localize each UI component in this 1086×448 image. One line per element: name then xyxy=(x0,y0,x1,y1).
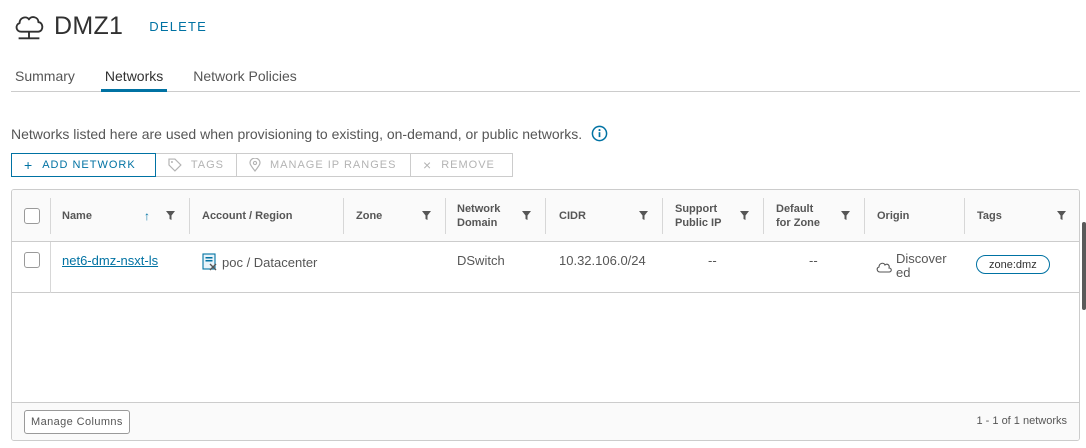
column-header-network-domain[interactable]: Network Domain xyxy=(457,190,500,242)
tab-bar: Summary Networks Network Policies xyxy=(11,60,1080,92)
column-header-default-for-zone[interactable]: Default for Zone xyxy=(776,190,820,242)
filter-icon[interactable] xyxy=(1057,211,1066,220)
filter-icon[interactable] xyxy=(841,211,850,220)
column-separator xyxy=(50,198,51,234)
description: Networks listed here are used when provi… xyxy=(11,125,608,142)
column-header-support-public-ip[interactable]: Support Public IP xyxy=(675,190,721,242)
column-separator xyxy=(545,198,546,234)
column-separator xyxy=(445,198,446,234)
column-separator xyxy=(662,198,663,234)
tag-icon xyxy=(168,158,182,172)
tab-networks[interactable]: Networks xyxy=(100,60,168,92)
add-network-button[interactable]: + ADD NETWORK xyxy=(11,153,156,177)
vsphere-account-icon xyxy=(202,253,217,271)
network-domain-value: DSwitch xyxy=(457,253,505,268)
page-scrollbar[interactable] xyxy=(1082,222,1086,310)
grid-header: Name ↑ Account / Region Zone Network Dom… xyxy=(12,190,1079,242)
column-header-account-region[interactable]: Account / Region xyxy=(202,190,292,242)
map-pin-icon xyxy=(249,158,261,172)
info-icon[interactable] xyxy=(591,125,608,142)
column-header-network-domain-line1: Network xyxy=(457,203,501,215)
pagination-count: 1 - 1 of 1 networks xyxy=(976,415,1068,427)
networks-datagrid: Name ↑ Account / Region Zone Network Dom… xyxy=(11,189,1080,441)
page-title: DMZ1 xyxy=(54,11,124,40)
column-header-support-public-ip-line2: Public IP xyxy=(675,217,722,229)
column-separator xyxy=(50,242,51,293)
grid-footer: Manage Columns 1 - 1 of 1 networks xyxy=(12,402,1079,440)
add-network-label: ADD NETWORK xyxy=(42,159,136,171)
column-separator xyxy=(964,198,965,234)
table-row[interactable]: net6-dmz-nsxt-ls poc / Datacenter DSwitc… xyxy=(12,242,1079,293)
tag-badge[interactable]: zone:dmz xyxy=(976,255,1050,274)
filter-icon[interactable] xyxy=(422,211,431,220)
origin-value: Discover ed xyxy=(896,252,947,280)
cloud-network-icon xyxy=(15,16,44,40)
filter-icon[interactable] xyxy=(166,211,175,220)
tags-label: TAGS xyxy=(190,159,224,171)
filter-icon[interactable] xyxy=(740,211,749,220)
manage-ip-ranges-label: MANAGE IP RANGES xyxy=(270,159,397,171)
close-icon: × xyxy=(423,157,433,173)
column-separator xyxy=(763,198,764,234)
filter-icon[interactable] xyxy=(639,211,648,220)
column-header-default-for-zone-line2: for Zone xyxy=(776,217,820,229)
tab-summary[interactable]: Summary xyxy=(11,60,79,92)
default-for-zone-value: -- xyxy=(809,253,818,268)
column-header-zone[interactable]: Zone xyxy=(356,190,382,242)
network-name-link[interactable]: net6-dmz-nsxt-ls xyxy=(62,253,158,268)
filter-icon[interactable] xyxy=(522,211,531,220)
column-header-default-for-zone-line1: Default xyxy=(776,203,814,215)
description-text: Networks listed here are used when provi… xyxy=(11,125,583,142)
row-select-checkbox[interactable] xyxy=(24,252,40,268)
column-header-origin[interactable]: Origin xyxy=(877,190,909,242)
tab-network-policies[interactable]: Network Policies xyxy=(189,60,300,92)
sort-ascending-icon[interactable]: ↑ xyxy=(144,209,150,223)
column-header-name[interactable]: Name xyxy=(62,190,92,242)
manage-ip-ranges-button[interactable]: MANAGE IP RANGES xyxy=(237,153,411,177)
account-region-value: poc / Datacenter xyxy=(222,255,318,270)
column-header-network-domain-line2: Domain xyxy=(457,217,498,229)
support-public-ip-value: -- xyxy=(708,253,717,268)
delete-button[interactable]: DELETE xyxy=(149,19,207,34)
origin-value-line1: Discover xyxy=(896,251,947,266)
toolbar: + ADD NETWORK TAGS MANAGE IP RANGES × RE… xyxy=(11,153,513,177)
cidr-value: 10.32.106.0/24 xyxy=(559,253,646,268)
remove-label: REMOVE xyxy=(441,159,495,171)
tags-button[interactable]: TAGS xyxy=(156,153,237,177)
cloud-icon xyxy=(876,262,892,273)
manage-columns-button[interactable]: Manage Columns xyxy=(24,410,130,434)
column-separator xyxy=(864,198,865,234)
column-separator xyxy=(343,198,344,234)
remove-button[interactable]: × REMOVE xyxy=(411,153,513,177)
plus-icon: + xyxy=(24,157,34,173)
column-header-support-public-ip-line1: Support xyxy=(675,203,718,215)
page-header: DMZ1 DELETE xyxy=(12,8,207,44)
origin-value-line2: ed xyxy=(896,265,911,280)
select-all-checkbox[interactable] xyxy=(24,208,40,224)
column-separator xyxy=(189,198,190,234)
column-header-cidr[interactable]: CIDR xyxy=(559,190,586,242)
column-header-tags[interactable]: Tags xyxy=(977,190,1002,242)
